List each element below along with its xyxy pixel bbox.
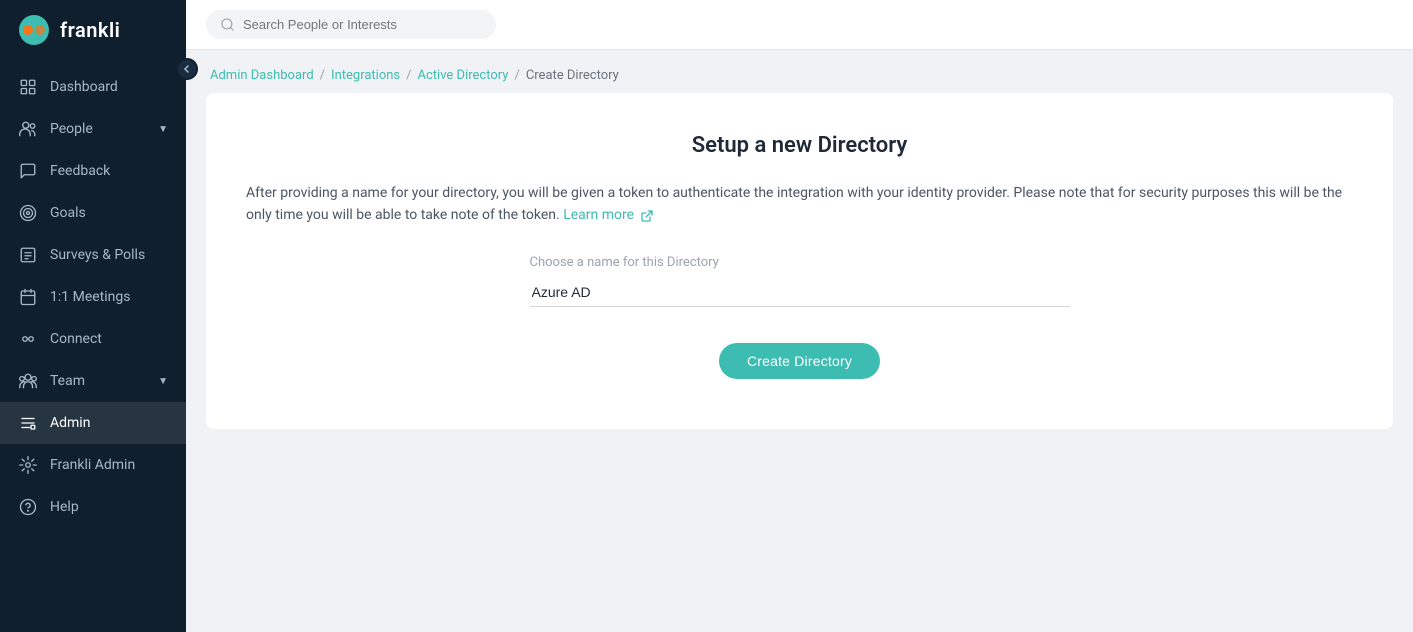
content-area: Admin Dashboard / Integrations / Active … — [186, 50, 1413, 632]
help-icon — [18, 497, 38, 517]
logo: frankli — [0, 0, 186, 60]
form-actions: Create Directory — [246, 343, 1353, 379]
sidebar-item-admin[interactable]: Admin — [0, 402, 186, 444]
team-arrow-icon: ▼ — [158, 376, 168, 387]
setup-directory-card: Setup a new Directory After providing a … — [206, 93, 1393, 429]
logo-icon — [18, 14, 50, 46]
form-description: After providing a name for your director… — [246, 182, 1346, 227]
team-icon — [18, 371, 38, 391]
directory-name-input-wrap — [530, 278, 1070, 307]
search-input[interactable] — [243, 17, 463, 32]
sidebar-item-people[interactable]: People ▼ — [0, 108, 186, 150]
breadcrumb: Admin Dashboard / Integrations / Active … — [186, 50, 1413, 93]
breadcrumb-integrations[interactable]: Integrations — [331, 68, 400, 83]
sidebar-item-team-label: Team — [50, 373, 85, 389]
surveys-icon — [18, 245, 38, 265]
goals-icon — [18, 203, 38, 223]
sidebar-item-team[interactable]: Team ▼ — [0, 360, 186, 402]
sidebar-item-connect[interactable]: Connect — [0, 318, 186, 360]
meetings-icon — [18, 287, 38, 307]
sidebar-item-meetings[interactable]: 1:1 Meetings — [0, 276, 186, 318]
breadcrumb-admin-dashboard[interactable]: Admin Dashboard — [210, 68, 314, 83]
people-arrow-icon: ▼ — [158, 124, 168, 135]
sidebar: frankli Dashboard People ▼ Feedba — [0, 0, 186, 632]
sidebar-item-help-label: Help — [50, 499, 79, 515]
sidebar-item-feedback-label: Feedback — [50, 163, 110, 179]
sidebar-nav: Dashboard People ▼ Feedback Goals — [0, 60, 186, 632]
feedback-icon — [18, 161, 38, 181]
sidebar-item-goals[interactable]: Goals — [0, 192, 186, 234]
search-box[interactable] — [206, 10, 496, 39]
sidebar-collapse-button[interactable] — [176, 58, 198, 80]
create-directory-button[interactable]: Create Directory — [719, 343, 880, 379]
top-bar — [186, 0, 1413, 50]
breadcrumb-sep-3: / — [514, 68, 519, 83]
breadcrumb-sep-1: / — [320, 68, 325, 83]
sidebar-item-meetings-label: 1:1 Meetings — [50, 289, 130, 305]
people-icon — [18, 119, 38, 139]
breadcrumb-sep-2: / — [406, 68, 411, 83]
sidebar-item-frankli-admin-label: Frankli Admin — [50, 457, 135, 473]
directory-name-input[interactable] — [530, 278, 1070, 307]
external-link-icon — [641, 210, 653, 222]
frankli-admin-icon — [18, 455, 38, 475]
learn-more-link[interactable]: Learn more — [563, 207, 652, 223]
form-description-text: After providing a name for your director… — [246, 185, 1342, 223]
chevron-left-icon — [182, 64, 192, 74]
sidebar-item-dashboard-label: Dashboard — [50, 79, 118, 95]
main-content: Admin Dashboard / Integrations / Active … — [186, 0, 1413, 632]
sidebar-item-dashboard[interactable]: Dashboard — [0, 66, 186, 108]
sidebar-item-feedback[interactable]: Feedback — [0, 150, 186, 192]
directory-name-field-group: Choose a name for this Directory — [246, 255, 1353, 307]
search-icon — [220, 17, 235, 32]
sidebar-item-frankli-admin[interactable]: Frankli Admin — [0, 444, 186, 486]
logo-text: frankli — [60, 18, 120, 42]
sidebar-item-help[interactable]: Help — [0, 486, 186, 528]
dashboard-icon — [18, 77, 38, 97]
sidebar-item-people-label: People — [50, 121, 93, 137]
breadcrumb-create-directory: Create Directory — [526, 68, 619, 83]
sidebar-item-connect-label: Connect — [50, 331, 102, 347]
admin-icon — [18, 413, 38, 433]
breadcrumb-active-directory[interactable]: Active Directory — [418, 68, 509, 83]
form-title: Setup a new Directory — [246, 133, 1353, 158]
directory-name-label: Choose a name for this Directory — [530, 255, 719, 270]
sidebar-item-goals-label: Goals — [50, 205, 86, 221]
sidebar-item-admin-label: Admin — [50, 415, 90, 431]
connect-icon — [18, 329, 38, 349]
sidebar-item-surveys[interactable]: Surveys & Polls — [0, 234, 186, 276]
sidebar-item-surveys-label: Surveys & Polls — [50, 247, 145, 263]
